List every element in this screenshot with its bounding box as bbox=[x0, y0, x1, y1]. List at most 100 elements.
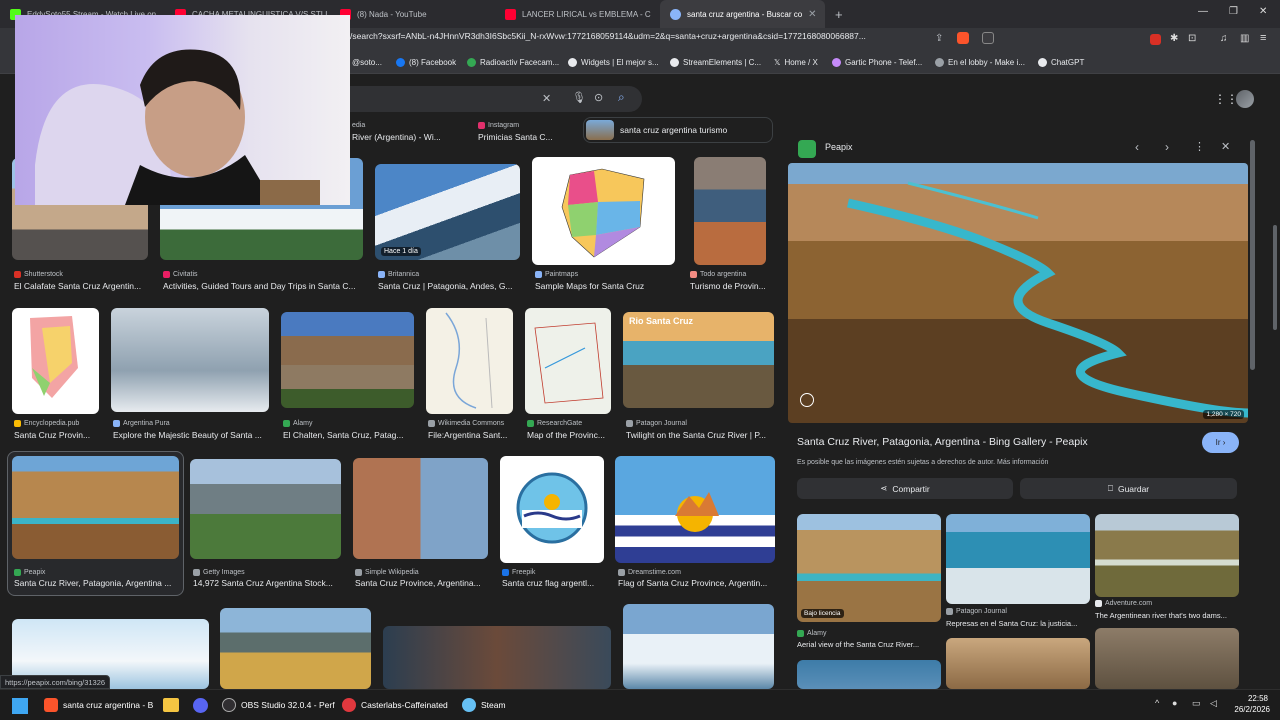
related-title-1[interactable]: Represas en el Santa Cruz: la justicia..… bbox=[946, 619, 1090, 628]
result-image-3[interactable] bbox=[532, 157, 675, 265]
bookmark-0[interactable]: @soto... bbox=[352, 58, 382, 67]
bookmark-7[interactable]: En el lobby - Make i... bbox=[935, 58, 1025, 67]
save-button[interactable]: ⎕ Guardar bbox=[1020, 478, 1237, 499]
related-title-0[interactable]: Aerial view of the Santa Cruz River... bbox=[797, 640, 941, 649]
close-tab-icon[interactable]: ✕ bbox=[808, 9, 816, 20]
result-title-0[interactable]: El Calafate Santa Cruz Argentin... bbox=[14, 281, 149, 291]
tab-2[interactable]: (8) Nada - YouTube bbox=[330, 0, 495, 28]
result-image-9[interactable] bbox=[525, 308, 611, 414]
result-title-9[interactable]: Map of the Provinc... bbox=[527, 430, 611, 440]
lens-icon[interactable]: ⊙ bbox=[594, 91, 603, 104]
microphone-tray-icon[interactable]: ● bbox=[1172, 698, 1177, 708]
clear-search-icon[interactable]: ✕ bbox=[542, 92, 551, 105]
related-image-1[interactable] bbox=[946, 514, 1090, 604]
bookmark-1[interactable]: (8) Facebook bbox=[396, 58, 456, 67]
result-image-6[interactable] bbox=[111, 308, 269, 412]
share-icon[interactable]: ⇪ bbox=[935, 33, 943, 44]
panel-title[interactable]: Santa Cruz River, Patagonia, Argentina -… bbox=[797, 436, 1088, 448]
chip-title[interactable]: Primicias Santa C... bbox=[478, 132, 578, 142]
share-button[interactable]: ⋖ Compartir bbox=[797, 478, 1013, 499]
result-title-15[interactable]: Flag of Santa Cruz Province, Argentin... bbox=[618, 578, 775, 588]
url-text[interactable]: /search?sxsrf=ANbL-n4JHnnVR3dh3I6Sbc5Kii… bbox=[350, 31, 866, 41]
microphone-icon[interactable]: 🎙︎ bbox=[572, 91, 586, 104]
bookmark-6[interactable]: Gartic Phone - Telef... bbox=[832, 58, 922, 67]
result-image-4[interactable] bbox=[694, 157, 766, 265]
result-image-10[interactable]: Rio Santa Cruz bbox=[623, 312, 774, 408]
result-image-18[interactable] bbox=[383, 626, 611, 689]
panel-source[interactable]: Peapix bbox=[825, 142, 853, 152]
result-title-5[interactable]: Santa Cruz Provin... bbox=[14, 430, 100, 440]
related-image-2[interactable] bbox=[1095, 514, 1239, 597]
taskbar-app-3[interactable]: Steam bbox=[462, 698, 506, 712]
related-image-0[interactable]: Bajo licencia bbox=[797, 514, 941, 622]
taskbar-app-2[interactable]: Casterlabs-Caffeinated bbox=[342, 698, 448, 712]
result-image-12[interactable] bbox=[190, 459, 341, 559]
result-title-6[interactable]: Explore the Majestic Beauty of Santa ... bbox=[113, 430, 270, 440]
result-title-12[interactable]: 14,972 Santa Cruz Argentina Stock... bbox=[193, 578, 341, 588]
sidebar-icon[interactable]: ▥ bbox=[1240, 33, 1249, 44]
result-image-7[interactable] bbox=[281, 312, 414, 408]
menu-icon[interactable]: ≡ bbox=[1260, 32, 1266, 44]
result-image-8[interactable] bbox=[426, 308, 513, 414]
result-title-8[interactable]: File:Argentina Sant... bbox=[428, 430, 514, 440]
result-image-5[interactable] bbox=[12, 308, 99, 414]
bookmark-8[interactable]: ChatGPT bbox=[1038, 58, 1084, 67]
rewards-icon[interactable] bbox=[982, 32, 994, 44]
close-panel-icon[interactable]: ✕ bbox=[1221, 140, 1230, 153]
result-title-3[interactable]: Sample Maps for Santa Cruz bbox=[535, 281, 675, 291]
result-image-15[interactable] bbox=[615, 456, 775, 563]
result-title-7[interactable]: El Chalten, Santa Cruz, Patag... bbox=[283, 430, 414, 440]
related-title-2[interactable]: The Argentinean river that's two dams... bbox=[1095, 611, 1239, 620]
discord-icon[interactable] bbox=[193, 698, 208, 713]
next-icon[interactable]: › bbox=[1165, 140, 1169, 154]
result-top-title[interactable]: River (Argentina) - Wi... bbox=[352, 132, 464, 142]
search-box[interactable]: ✕ 🎙︎ ⊙ ⌕ bbox=[330, 86, 642, 112]
music-icon[interactable]: ♫ bbox=[1220, 33, 1228, 44]
maximize-icon[interactable]: ❐ bbox=[1229, 6, 1238, 17]
visit-button[interactable]: Ir › bbox=[1202, 432, 1239, 453]
network-icon[interactable]: ▭ bbox=[1192, 698, 1201, 709]
bookmark-5[interactable]: 𝕏 Home / X bbox=[774, 58, 818, 67]
clock-date[interactable]: 26/2/2026 bbox=[1224, 705, 1270, 714]
related-image-3[interactable] bbox=[797, 660, 941, 689]
result-title-13[interactable]: Santa Cruz Province, Argentina... bbox=[355, 578, 488, 588]
screenshot-icon[interactable]: ⊡ bbox=[1188, 33, 1196, 44]
clock-time[interactable]: 22:58 bbox=[1228, 694, 1268, 703]
result-image-13[interactable] bbox=[353, 458, 488, 559]
preview-image[interactable]: 1,280 × 720 bbox=[788, 163, 1248, 423]
tab-4-active[interactable]: santa cruz argentina - Buscar co ✕ bbox=[660, 0, 825, 28]
panel-scrollbar[interactable] bbox=[1250, 140, 1255, 370]
file-explorer-icon[interactable] bbox=[163, 698, 179, 712]
page-scrollbar[interactable] bbox=[1273, 225, 1277, 330]
new-tab-button[interactable]: + bbox=[825, 7, 853, 22]
avatar[interactable] bbox=[1236, 90, 1254, 108]
result-title-11[interactable]: Santa Cruz River, Patagonia, Argentina .… bbox=[14, 578, 179, 588]
puzzle-icon[interactable]: ✱ bbox=[1170, 33, 1178, 44]
apps-grid-icon[interactable]: ⋮⋮ bbox=[1214, 92, 1238, 106]
result-title-1[interactable]: Activities, Guided Tours and Day Trips i… bbox=[163, 281, 363, 291]
bookmark-4[interactable]: StreamElements | C... bbox=[670, 58, 761, 67]
result-title-10[interactable]: Twilight on the Santa Cruz River | P... bbox=[626, 430, 774, 440]
taskbar-app-0[interactable]: santa cruz argentina - B bbox=[44, 698, 153, 712]
more-options-icon[interactable]: ⋮ bbox=[1194, 140, 1205, 153]
previous-icon[interactable]: ‹ bbox=[1135, 140, 1139, 154]
more-info-link[interactable]: Más información bbox=[997, 459, 1048, 466]
result-image-11[interactable] bbox=[12, 456, 179, 559]
related-image-5[interactable] bbox=[1095, 628, 1239, 689]
result-image-17[interactable] bbox=[220, 608, 371, 689]
result-image-2[interactable]: Hace 1 día bbox=[375, 164, 520, 260]
windows-start-icon[interactable] bbox=[12, 698, 28, 714]
result-title-4[interactable]: Turismo de Provin... bbox=[690, 281, 772, 291]
bookmark-2[interactable]: Radioactiv Facecam... bbox=[467, 58, 559, 67]
result-title-2[interactable]: Santa Cruz | Patagonia, Andes, G... bbox=[378, 281, 520, 291]
tray-expand-icon[interactable]: ^ bbox=[1155, 698, 1159, 708]
related-image-4[interactable] bbox=[946, 638, 1090, 689]
result-image-19[interactable] bbox=[623, 604, 774, 689]
taskbar-app-1[interactable]: OBS Studio 32.0.4 - Perf bbox=[222, 698, 335, 712]
related-search-chip[interactable]: santa cruz argentina turismo bbox=[583, 117, 773, 143]
lens-search-icon[interactable] bbox=[800, 393, 814, 407]
result-image-14[interactable] bbox=[500, 456, 604, 563]
close-window-icon[interactable]: ✕ bbox=[1259, 6, 1267, 17]
result-title-14[interactable]: Santa cruz flag argentl... bbox=[502, 578, 604, 588]
brave-shield-icon[interactable] bbox=[957, 32, 969, 44]
